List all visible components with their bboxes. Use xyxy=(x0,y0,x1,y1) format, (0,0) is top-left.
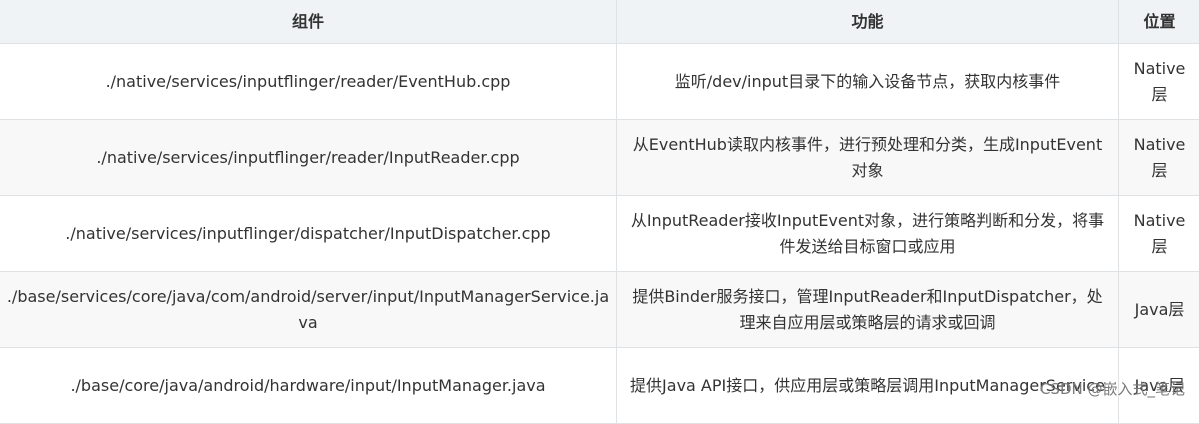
cell-location: Native层 xyxy=(1119,196,1199,272)
component-table: 组件 功能 位置 ./native/services/inputflinger/… xyxy=(0,0,1199,424)
cell-location: Native层 xyxy=(1119,120,1199,196)
table-row: ./native/services/inputflinger/reader/In… xyxy=(0,120,1199,196)
csdn-watermark: CSDN @嵌入式_笔记 xyxy=(1040,378,1185,399)
cell-function: 监听/dev/input目录下的输入设备节点，获取内核事件 xyxy=(617,44,1119,120)
header-function: 功能 xyxy=(617,0,1119,44)
table-row: ./base/services/core/java/com/android/se… xyxy=(0,272,1199,348)
cell-component: ./native/services/inputflinger/dispatche… xyxy=(0,196,617,272)
table-row: ./base/core/java/android/hardware/input/… xyxy=(0,348,1199,424)
cell-function: 从InputReader接收InputEvent对象，进行策略判断和分发，将事件… xyxy=(617,196,1119,272)
table-header-row: 组件 功能 位置 xyxy=(0,0,1199,44)
cell-component: ./native/services/inputflinger/reader/In… xyxy=(0,120,617,196)
cell-component: ./native/services/inputflinger/reader/Ev… xyxy=(0,44,617,120)
cell-function: 从EventHub读取内核事件，进行预处理和分类，生成InputEvent对象 xyxy=(617,120,1119,196)
cell-function: 提供Binder服务接口，管理InputReader和InputDispatch… xyxy=(617,272,1119,348)
cell-component: ./base/core/java/android/hardware/input/… xyxy=(0,348,617,424)
table-row: ./native/services/inputflinger/dispatche… xyxy=(0,196,1199,272)
cell-component: ./base/services/core/java/com/android/se… xyxy=(0,272,617,348)
cell-location: Java层 xyxy=(1119,272,1199,348)
cell-location: Native层 xyxy=(1119,44,1199,120)
table-row: ./native/services/inputflinger/reader/Ev… xyxy=(0,44,1199,120)
header-component: 组件 xyxy=(0,0,617,44)
header-location: 位置 xyxy=(1119,0,1199,44)
